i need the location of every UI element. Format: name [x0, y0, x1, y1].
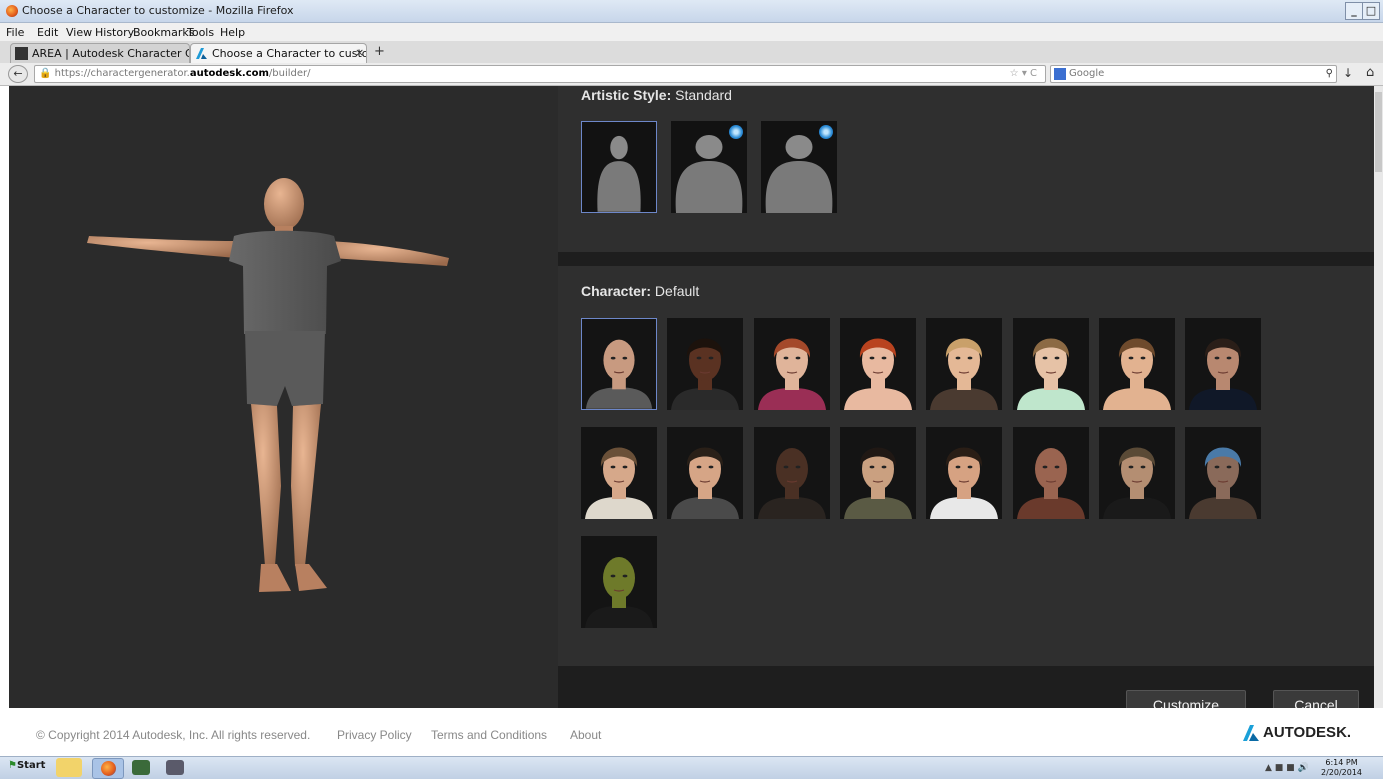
- download-icon[interactable]: ↓: [1343, 66, 1353, 80]
- character-thumb[interactable]: [1098, 318, 1175, 410]
- menu-bar: File Edit View History Bookmarks Tools H…: [0, 23, 1383, 41]
- artistic-style-heading: Artistic Style: Standard: [581, 87, 732, 103]
- clock-time: 6:14 PM: [1325, 758, 1358, 767]
- character-label: Character:: [581, 283, 652, 299]
- window-title: Choose a Character to customize - Mozill…: [22, 4, 294, 17]
- terms-link[interactable]: Terms and Conditions: [431, 728, 547, 742]
- character-thumb[interactable]: [753, 318, 830, 410]
- menu-edit[interactable]: Edit: [37, 26, 58, 39]
- url-domain: autodesk.com: [189, 68, 269, 79]
- character-value: Default: [654, 283, 700, 299]
- character-thumb[interactable]: [667, 318, 744, 410]
- app-icon[interactable]: [132, 760, 150, 775]
- character-thumb[interactable]: [581, 318, 657, 410]
- character-thumb[interactable]: [753, 427, 830, 519]
- tab-choose-character[interactable]: Choose a Character to customize: [190, 43, 367, 63]
- restore-button[interactable]: □: [1362, 2, 1380, 20]
- artistic-style-creature[interactable]: [761, 121, 837, 213]
- google-icon: [1054, 68, 1066, 80]
- copyright-text: © Copyright 2014 Autodesk, Inc. All righ…: [36, 728, 311, 742]
- artistic-style-label: Artistic Style:: [581, 87, 672, 103]
- navigation-bar: ← 🔒 https://charactergenerator.autodesk.…: [0, 63, 1383, 86]
- url-path: /builder/: [268, 68, 311, 79]
- lock-icon: 🔒: [39, 68, 52, 79]
- app-icon-2[interactable]: [166, 760, 184, 775]
- firefox-taskbar-button[interactable]: [92, 758, 124, 779]
- new-tab-button[interactable]: +: [374, 44, 385, 59]
- back-icon[interactable]: ←: [8, 65, 28, 83]
- artistic-style-standard[interactable]: [581, 121, 657, 213]
- autodesk-logo-icon: [1243, 725, 1259, 741]
- refresh-badge-icon: [819, 125, 833, 139]
- refresh-badge-icon: [729, 125, 743, 139]
- character-thumb[interactable]: [839, 318, 916, 410]
- character-model-preview: [87, 178, 449, 592]
- search-placeholder: Google: [1069, 68, 1105, 79]
- character-thumb[interactable]: [926, 318, 1003, 410]
- window-titlebar: Choose a Character to customize - Mozill…: [0, 0, 1383, 23]
- menu-file[interactable]: File: [6, 26, 24, 39]
- page-content: Artistic Style: Standard Character: Defa…: [9, 86, 1374, 708]
- clock-date: 2/20/2014: [1321, 768, 1363, 777]
- menu-view[interactable]: View: [66, 26, 92, 39]
- privacy-policy-link[interactable]: Privacy Policy: [337, 728, 412, 742]
- character-thumb[interactable]: [1185, 427, 1262, 519]
- url-prefix: https://charactergenerator.: [54, 68, 190, 79]
- artistic-style-muscular[interactable]: [671, 121, 747, 213]
- character-thumb[interactable]: [839, 427, 916, 519]
- tab-label: AREA | Autodesk Character Generator...: [32, 47, 189, 60]
- autodesk-a-icon: [15, 46, 28, 60]
- url-bar[interactable]: 🔒 https://charactergenerator.autodesk.co…: [34, 65, 1046, 83]
- explorer-icon[interactable]: [56, 758, 82, 777]
- artistic-style-value: Standard: [675, 87, 732, 103]
- minimize-button[interactable]: _: [1345, 2, 1363, 20]
- menu-tools[interactable]: Tools: [187, 26, 214, 39]
- artistic-style-section: Artistic Style: Standard: [558, 86, 1374, 252]
- scrollbar-thumb[interactable]: [1375, 92, 1382, 172]
- character-thumb[interactable]: [581, 536, 657, 628]
- character-thumb[interactable]: [1098, 427, 1175, 519]
- character-section: Character: Default: [558, 266, 1374, 666]
- windows-taskbar: ⚑Start ▲ ■ ■ 🔊 6:14 PM 2/20/2014: [0, 756, 1383, 779]
- character-thumb[interactable]: [1012, 427, 1089, 519]
- menu-history[interactable]: History: [95, 26, 134, 39]
- firefox-icon: [6, 5, 18, 17]
- character-viewer[interactable]: [9, 86, 558, 708]
- character-thumb[interactable]: [581, 427, 657, 519]
- character-thumb[interactable]: [667, 427, 744, 519]
- search-input[interactable]: Google ⚲: [1050, 65, 1337, 83]
- character-thumb[interactable]: [1012, 318, 1089, 410]
- menu-help[interactable]: Help: [220, 26, 245, 39]
- tray-icons[interactable]: ▲ ■ ■ 🔊: [1265, 763, 1309, 773]
- character-thumb[interactable]: [1185, 318, 1262, 410]
- autodesk-brand: AUTODESK.: [1263, 724, 1352, 741]
- options-panel: Artistic Style: Standard Character: Defa…: [558, 86, 1374, 708]
- tab-area[interactable]: AREA | Autodesk Character Generator...: [10, 43, 190, 63]
- tab-bar: AREA | Autodesk Character Generator... C…: [0, 41, 1383, 64]
- character-heading: Character: Default: [581, 283, 699, 299]
- character-thumb[interactable]: [926, 427, 1003, 519]
- firefox-icon: [100, 761, 116, 776]
- search-icon[interactable]: ⚲: [1326, 66, 1333, 82]
- page-footer: © Copyright 2014 Autodesk, Inc. All righ…: [0, 708, 1383, 756]
- home-icon[interactable]: ⌂: [1366, 65, 1374, 80]
- start-button[interactable]: ⚑Start: [8, 760, 45, 771]
- autodesk-logo-icon: [196, 47, 207, 59]
- start-label: Start: [16, 760, 46, 771]
- menu-bookmarks[interactable]: Bookmarks: [133, 26, 194, 39]
- about-link[interactable]: About: [570, 728, 601, 742]
- tab-label: Choose a Character to customize: [212, 47, 366, 60]
- windows-flag-icon: ⚑: [8, 760, 17, 771]
- page-scrollbar[interactable]: [1374, 86, 1383, 756]
- reload-icon[interactable]: ☆ ▾ C: [1010, 66, 1037, 82]
- clock[interactable]: 6:14 PM 2/20/2014: [1321, 758, 1362, 778]
- close-tab-icon[interactable]: ×: [355, 46, 364, 59]
